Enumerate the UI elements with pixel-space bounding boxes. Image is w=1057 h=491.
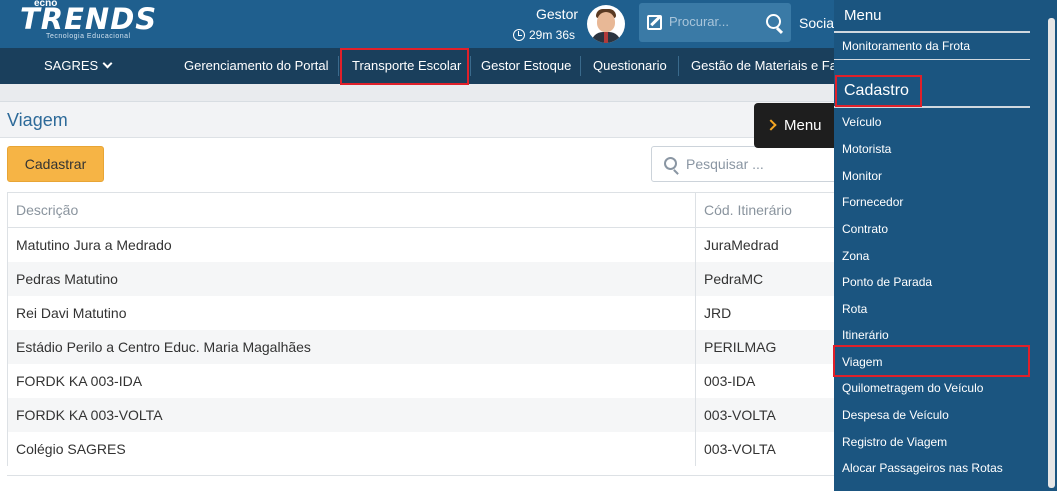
chevron-right-icon [765,119,777,131]
search-icon[interactable] [766,14,781,29]
table-search-placeholder: Pesquisar ... [686,156,764,172]
nav-divider [338,56,339,76]
table-header-row: Descrição Cód. Itinerário [7,192,847,228]
scrollbar[interactable] [1048,18,1055,488]
table-row[interactable]: Rei Davi Matutino JRD [7,295,847,330]
cell-cod-itinerario: 003-VOLTA [695,397,847,432]
table-row[interactable]: Matutino Jura a Medrado JuraMedrad [7,227,847,262]
session-timer-value: 29m 36s [529,28,576,42]
table-row[interactable]: Pedras Matutino PedraMC [7,261,847,296]
table-row[interactable]: Estádio Perilo a Centro Educ. Maria Maga… [7,329,847,364]
table-search-input[interactable]: Pesquisar ... [651,146,841,182]
cell-cod-itinerario: JuraMedrad [695,227,847,262]
cell-cod-itinerario: 003-IDA [695,363,847,398]
divider [834,59,1030,60]
logo-subtitle: Tecnologia Educacional [46,33,131,40]
menu-toggle-label: Menu [784,117,822,134]
cell-descricao: Pedras Matutino [7,261,696,296]
table-row[interactable]: FORDK KA 003-IDA 003-IDA [7,363,847,398]
side-menu-title: Menu [844,7,882,24]
highlight-viagem [833,345,1030,377]
session-timer: 29m 36s [513,28,575,42]
cell-cod-itinerario: JRD [695,295,847,330]
table-row[interactable]: FORDK KA 003-VOLTA 003-VOLTA [7,397,847,432]
cell-descricao: FORDK KA 003-VOLTA [7,397,696,432]
sidebar-item-ponto-de-parada[interactable]: Ponto de Parada [842,275,932,289]
user-name[interactable]: Gestor [536,6,578,22]
sidebar-item-registro-viagem[interactable]: Registro de Viagem [842,435,947,449]
tecnotrends-logo[interactable]: TRENDS ecno Tecnologia Educacional [20,0,170,42]
clock-icon [513,29,525,41]
nav-item-questionario[interactable]: Questionario [593,48,667,84]
sidebar-item-quilometragem[interactable]: Quilometragem do Veículo [842,381,983,395]
nav-brand-dropdown[interactable]: SAGRES [44,58,113,73]
menu-toggle-button[interactable]: Menu [754,103,836,148]
edit-icon [647,15,662,30]
viagem-table: Descrição Cód. Itinerário Matutino Jura … [7,192,847,466]
sidebar-item-rota[interactable]: Rota [842,302,867,316]
sidebar-item-zona[interactable]: Zona [842,249,869,263]
sidebar-item-monitor[interactable]: Monitor [842,169,882,183]
sidebar-item-monitoramento-frota[interactable]: Monitoramento da Frota [842,39,970,53]
chevron-down-icon [102,58,113,69]
search-icon [664,157,677,170]
divider [834,31,1030,33]
cell-descricao: Matutino Jura a Medrado [7,227,696,262]
cadastrar-button[interactable]: Cadastrar [7,146,104,182]
sidebar-item-despesa-veiculo[interactable]: Despesa de Veículo [842,408,949,422]
sidebar-item-motorista[interactable]: Motorista [842,142,891,156]
highlight-cadastro [835,75,922,107]
nav-item-gestor-estoque[interactable]: Gestor Estoque [481,48,571,84]
sidebar-item-itinerario[interactable]: Itinerário [842,328,889,342]
column-header-cod-itinerario[interactable]: Cód. Itinerário [695,192,847,228]
cell-descricao: Colégio SAGRES [7,431,696,466]
column-header-descricao[interactable]: Descrição [7,192,696,228]
sidebar-item-fornecedor[interactable]: Fornecedor [842,195,903,209]
highlight-transporte-escolar [340,48,469,85]
nav-item-gerenciamento-portal[interactable]: Gerenciamento do Portal [184,48,329,84]
sidebar-item-veiculo[interactable]: Veículo [842,115,881,129]
sidebar-item-contrato[interactable]: Contrato [842,222,888,236]
cell-descricao: Estádio Perilo a Centro Educ. Maria Maga… [7,329,696,364]
avatar[interactable] [587,5,625,43]
page-title: Viagem [7,110,68,130]
sidebar-item-alocar-passageiros[interactable]: Alocar Passageiros nas Rotas [842,461,1003,475]
cell-descricao: Rei Davi Matutino [7,295,696,330]
cell-cod-itinerario: PERILMAG [695,329,847,364]
side-menu: Menu Monitoramento da Frota Cadastro Veí… [834,0,1057,491]
table-row[interactable]: Colégio SAGRES 003-VOLTA [7,431,847,466]
logo-top-text: ecno [34,0,58,9]
cell-descricao: FORDK KA 003-IDA [7,363,696,398]
nav-divider [470,56,471,76]
global-search-input[interactable]: Procurar... [639,3,791,42]
table-bottom-border [7,475,847,476]
global-search-placeholder: Procurar... [669,14,729,29]
nav-divider [678,56,679,76]
nav-brand-label: SAGRES [44,58,99,73]
nav-divider [580,56,581,76]
cell-cod-itinerario: PedraMC [695,261,847,296]
social-link[interactable]: Social [799,15,837,31]
nav-item-gestao-materiais[interactable]: Gestão de Materiais e Far [691,48,841,84]
cell-cod-itinerario: 003-VOLTA [695,431,847,466]
